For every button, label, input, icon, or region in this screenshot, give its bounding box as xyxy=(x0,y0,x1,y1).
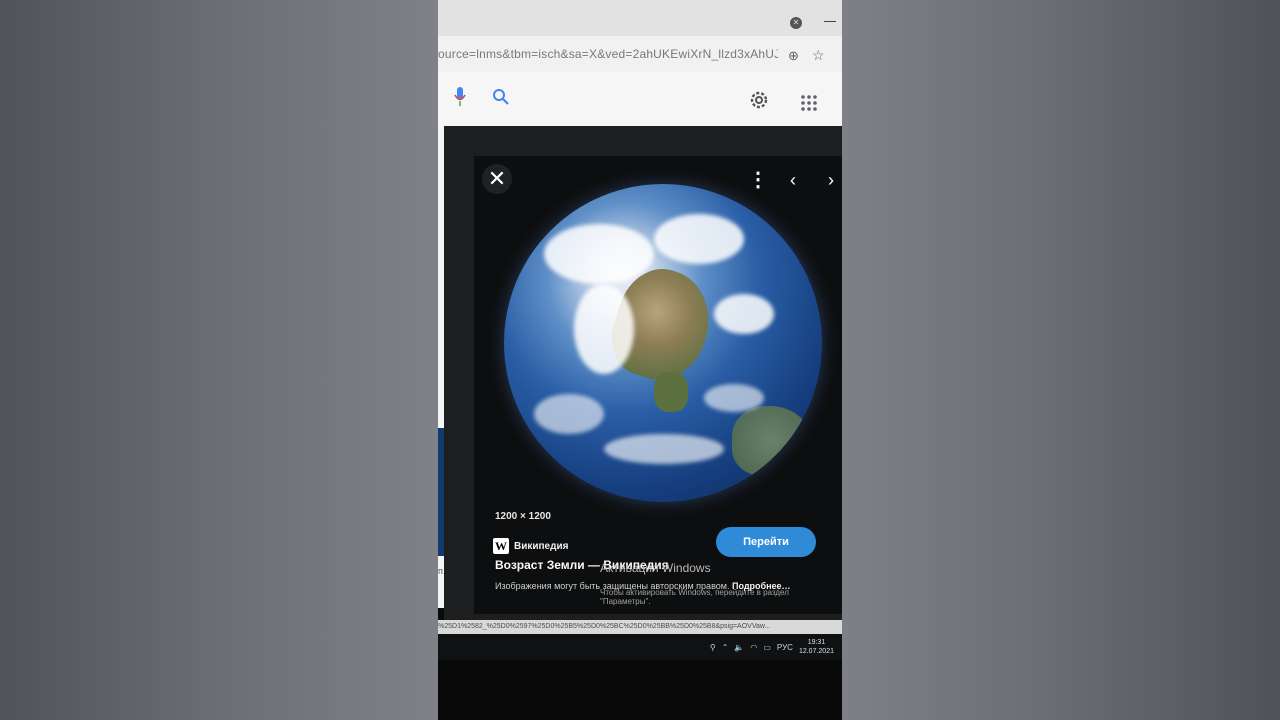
clock[interactable]: 19:31 12.07.2021 xyxy=(799,638,834,656)
windows-activation-title: Активация Windows xyxy=(600,561,711,575)
cloud xyxy=(604,434,724,464)
gear-icon[interactable] xyxy=(748,89,770,111)
cloud xyxy=(534,394,604,434)
south-america-landmass xyxy=(732,406,812,476)
wifi-icon[interactable]: ◠ xyxy=(750,643,757,652)
photo-frame: ✕ ource=lnms&tbm=isch&sa=X&ved=2ahUKEwiX… xyxy=(438,0,842,720)
status-bar-url: %25D1%2582_%25D0%2597%25D0%25B5%25D0%25B… xyxy=(438,620,842,634)
people-icon[interactable]: ⚲ xyxy=(710,643,716,652)
battery-icon[interactable]: ▭ xyxy=(763,643,771,652)
image-dimensions: 1200 × 1200 xyxy=(495,511,551,522)
zoom-icon[interactable]: ⊕ xyxy=(788,48,799,64)
central-america-landmass xyxy=(654,372,688,412)
language-indicator[interactable]: РУС xyxy=(777,643,793,652)
close-viewer-button[interactable]: ✕ xyxy=(482,164,512,194)
volume-icon[interactable]: 🔈 xyxy=(734,643,744,652)
chevron-up-icon[interactable]: ⌃ xyxy=(722,643,729,652)
cloud xyxy=(714,294,774,334)
mic-icon[interactable] xyxy=(454,86,466,108)
search-icon[interactable] xyxy=(492,88,510,106)
tab-bar: ✕ xyxy=(438,0,842,36)
browser-chrome: ✕ ource=lnms&tbm=isch&sa=X&ved=2ahUKEwiX… xyxy=(438,0,842,128)
clock-time: 19:31 xyxy=(807,639,826,646)
source-name[interactable]: Википедия xyxy=(514,541,568,552)
google-search-bar xyxy=(438,72,842,128)
cloud xyxy=(704,384,764,412)
system-tray: ⚲ ⌃ 🔈 ◠ ▭ РУС 19:31 12.07.2021 xyxy=(710,634,834,660)
windows-activation-subtitle: Чтобы активировать Windows, перейдите в … xyxy=(600,588,789,606)
clock-date: 12.07.2021 xyxy=(798,648,834,655)
earth-image[interactable] xyxy=(504,184,822,502)
more-options-icon[interactable]: ⋮ xyxy=(748,170,768,190)
monitor-bezel xyxy=(438,660,842,720)
windows-taskbar: ⚲ ⌃ 🔈 ◠ ▭ РУС 19:31 12.07.2021 xyxy=(438,634,842,660)
next-image-button[interactable]: › xyxy=(828,170,834,191)
cloud xyxy=(544,224,654,284)
minimize-icon[interactable] xyxy=(824,21,836,22)
previous-image-button[interactable]: ‹ xyxy=(790,170,796,191)
source-row[interactable]: W Википедия xyxy=(493,538,568,554)
address-bar[interactable]: ource=lnms&tbm=isch&sa=X&ved=2ahUKEwiXrN… xyxy=(438,36,842,72)
cloud xyxy=(654,214,744,264)
url-text[interactable]: ource=lnms&tbm=isch&sa=X&ved=2ahUKEwiXrN… xyxy=(438,47,778,61)
visit-button[interactable]: Перейти xyxy=(716,527,816,557)
wikipedia-icon: W xyxy=(493,538,509,554)
apps-grid-icon[interactable] xyxy=(800,94,818,112)
star-icon[interactable]: ☆ xyxy=(812,47,825,64)
cloud xyxy=(574,284,634,374)
close-icon[interactable]: ✕ xyxy=(790,17,802,29)
